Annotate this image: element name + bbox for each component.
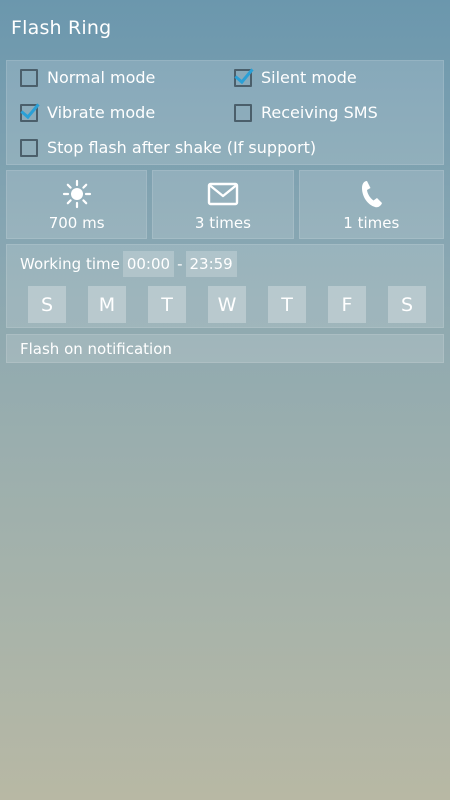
normal-mode-label: Normal mode (47, 68, 156, 87)
stop-flash-shake-option[interactable]: Stop flash after shake (If support) (20, 138, 316, 157)
sms-flash-count-value: 3 times (194, 214, 251, 232)
working-time-label: Working time (20, 255, 120, 273)
silent-mode-label: Silent mode (261, 68, 357, 87)
flash-duration-tile[interactable]: 700 ms (6, 170, 148, 239)
end-time-field[interactable]: 23:59 (185, 251, 237, 277)
day-tuesday-button[interactable]: T (148, 286, 186, 323)
stop-flash-shake-label: Stop flash after shake (If support) (47, 138, 317, 157)
day-wednesday-button[interactable]: W (208, 286, 246, 323)
working-time-panel: Working time 00:00 - 23:59 S M T W T F S (6, 244, 444, 328)
time-separator: - (177, 255, 183, 273)
sun-icon (62, 179, 92, 209)
day-friday-button[interactable]: F (328, 286, 366, 323)
receiving-sms-checkbox[interactable] (234, 103, 252, 122)
day-thursday-button[interactable]: T (268, 286, 306, 323)
envelope-icon (207, 180, 239, 208)
day-sunday-button[interactable]: S (28, 286, 66, 323)
receiving-sms-option[interactable]: Receiving SMS (234, 103, 378, 122)
weekday-selector: S M T W T F S (28, 286, 426, 323)
flash-duration-value: 700 ms (48, 214, 105, 232)
receiving-sms-label: Receiving SMS (261, 103, 378, 122)
vibrate-mode-label: Vibrate mode (47, 103, 156, 122)
call-flash-count-value: 1 times (343, 214, 400, 232)
settings-tiles: 700 ms 3 times 1 times (6, 170, 445, 239)
flash-on-notification-row[interactable]: Flash on notification (6, 334, 444, 363)
normal-mode-checkbox[interactable] (20, 68, 38, 87)
app-title: Flash Ring (11, 17, 112, 39)
phone-icon (358, 180, 384, 208)
day-monday-button[interactable]: M (88, 286, 126, 323)
stop-flash-shake-checkbox[interactable] (20, 138, 38, 157)
day-saturday-button[interactable]: S (388, 286, 426, 323)
silent-mode-option[interactable]: Silent mode (234, 68, 357, 87)
sms-flash-count-tile[interactable]: 3 times (152, 170, 294, 239)
silent-mode-checkbox[interactable] (234, 68, 252, 87)
vibrate-mode-option[interactable]: Vibrate mode (20, 103, 155, 122)
start-time-field[interactable]: 00:00 (122, 251, 175, 277)
call-flash-count-tile[interactable]: 1 times (298, 170, 445, 239)
vibrate-mode-checkbox[interactable] (20, 103, 38, 122)
mode-options-panel: Normal mode Silent mode Vibrate mode Rec… (6, 60, 444, 165)
normal-mode-option[interactable]: Normal mode (20, 68, 155, 87)
flash-on-notification-label: Flash on notification (20, 340, 172, 358)
